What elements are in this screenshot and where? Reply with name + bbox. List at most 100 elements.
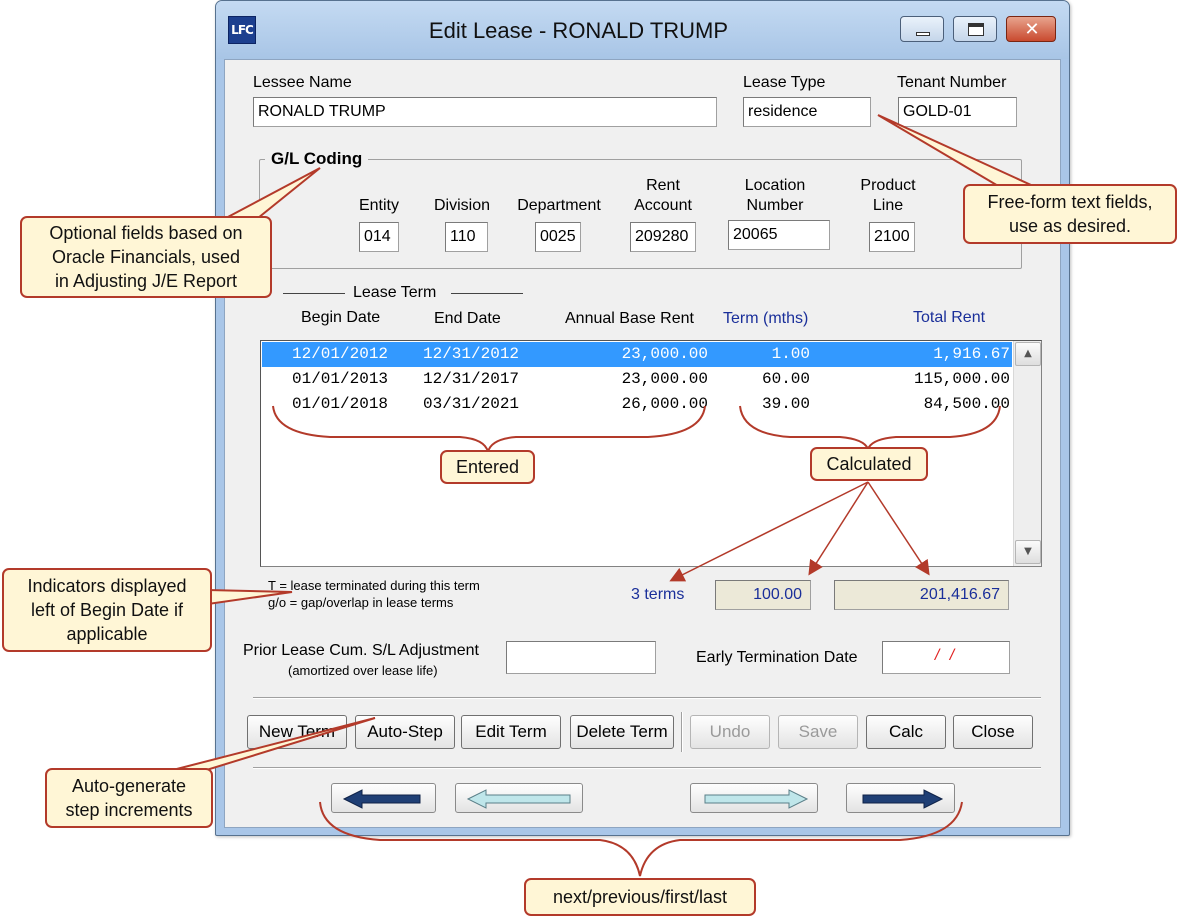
callout-optional-fields: Optional fields based on Oracle Financia… (20, 216, 272, 298)
callout-indicators-line1: Indicators displayed (27, 576, 187, 596)
lease-term-rule-right (451, 293, 523, 294)
callout-indicators: Indicators displayed left of Begin Date … (2, 568, 212, 652)
division-field[interactable]: 110 (445, 222, 488, 252)
rent-account-label-line2: Account (634, 197, 692, 214)
arrow-previous-icon (466, 789, 571, 809)
callout-optional-line1: Optional fields based on (49, 223, 243, 243)
location-number-field[interactable]: 20065 (728, 220, 830, 250)
delete-term-button[interactable]: Delete Term (570, 715, 674, 749)
rent-account-field[interactable]: 209280 (630, 222, 696, 252)
product-line-label-line2: Line (872, 197, 904, 214)
callout-indicators-line2: left of Begin Date if (30, 600, 184, 620)
row-annual-rent: 26,000.00 (621, 395, 708, 413)
early-termination-label: Early Termination Date (696, 649, 858, 666)
auto-step-button[interactable]: Auto-Step (355, 715, 455, 749)
table-row[interactable]: 01/01/2013 12/31/2017 23,000.00 60.00 11… (262, 367, 1012, 392)
row-term: 60.00 (761, 370, 810, 388)
edit-term-button[interactable]: Edit Term (461, 715, 561, 749)
entity-field[interactable]: 014 (359, 222, 399, 252)
scroll-down-icon[interactable]: ▼ (1015, 540, 1041, 564)
terms-count: 3 terms (631, 586, 685, 603)
term-total-field: 100.00 (715, 580, 811, 610)
column-term-months: Term (mths) (723, 310, 809, 327)
column-begin-date: Begin Date (301, 309, 381, 326)
new-term-button[interactable]: New Term (247, 715, 347, 749)
column-total-rent: Total Rent (913, 309, 986, 326)
lease-type-field[interactable]: residence (743, 97, 871, 127)
callout-auto-generate-line2: step increments (65, 800, 193, 820)
product-line-field[interactable]: 2100 (869, 222, 915, 252)
callout-calculated: Calculated (810, 447, 928, 481)
row-begin-date: 01/01/2013 (292, 370, 389, 388)
row-total-rent: 1,916.67 (933, 345, 1010, 363)
row-begin-date: 01/01/2018 (292, 395, 389, 413)
lease-term-title: Lease Term (353, 284, 437, 301)
legend-terminated: T = lease terminated during this term (268, 578, 480, 593)
maximize-icon (968, 23, 984, 36)
list-scrollbar[interactable]: ▲ ▼ (1013, 341, 1041, 566)
early-termination-field[interactable]: / / (882, 641, 1010, 674)
row-term: 39.00 (761, 395, 810, 413)
callout-auto-generate: Auto-generate step increments (45, 768, 213, 828)
callout-indicators-line3: applicable (66, 624, 148, 644)
rent-total-field: 201,416.67 (834, 580, 1009, 610)
prior-adjustment-field[interactable] (506, 641, 656, 674)
row-end-date: 12/31/2017 (423, 370, 520, 388)
separator-bottom (253, 767, 1041, 769)
lessee-name-field[interactable]: RONALD TRUMP (253, 97, 717, 127)
row-total-rent: 115,000.00 (913, 370, 1010, 388)
prior-adjustment-label: Prior Lease Cum. S/L Adjustment (243, 642, 479, 659)
location-label-line2: Number (746, 197, 804, 214)
tenant-number-label: Tenant Number (897, 74, 1007, 91)
callout-navigation: next/previous/first/last (524, 878, 756, 916)
save-button[interactable]: Save (778, 715, 858, 749)
last-record-button[interactable] (846, 783, 955, 813)
tenant-number-field[interactable]: GOLD-01 (898, 97, 1017, 127)
prior-adjustment-sublabel: (amortized over lease life) (288, 663, 438, 678)
arrow-first-icon (342, 789, 421, 809)
row-end-date: 12/31/2012 (423, 345, 520, 363)
minimize-icon (916, 32, 930, 36)
gl-coding-title: G/L Coding (265, 149, 369, 169)
callout-free-form-line1: Free-form text fields, (987, 192, 1153, 212)
entity-label: Entity (358, 197, 399, 214)
arrow-last-icon (862, 789, 944, 809)
close-icon: ✕ (1024, 19, 1040, 40)
edit-lease-window: LFC Edit Lease - RONALD TRUMP ✕ Lessee N… (215, 0, 1070, 836)
rent-account-label-line1: Rent (646, 177, 680, 194)
form-client-area: Lessee Name RONALD TRUMP Lease Type resi… (224, 59, 1061, 828)
maximize-button[interactable] (953, 16, 997, 42)
lease-term-rule-left (283, 293, 345, 294)
row-annual-rent: 23,000.00 (621, 370, 708, 388)
previous-record-button[interactable] (455, 783, 583, 813)
callout-free-form-line2: use as desired. (1008, 216, 1132, 236)
callout-free-form: Free-form text fields, use as desired. (963, 184, 1177, 244)
column-annual-base-rent: Annual Base Rent (565, 310, 694, 327)
minimize-button[interactable] (900, 16, 944, 42)
row-term: 1.00 (771, 345, 810, 363)
undo-button[interactable]: Undo (690, 715, 770, 749)
location-label-line1: Location (744, 177, 806, 194)
department-label: Department (517, 197, 601, 214)
table-row[interactable]: 01/01/2018 03/31/2021 26,000.00 39.00 84… (262, 392, 1012, 417)
row-begin-date: 12/01/2012 (292, 345, 389, 363)
division-label: Division (433, 197, 490, 214)
window-title: Edit Lease - RONALD TRUMP (428, 18, 729, 43)
legend-gap-overlap: g/o = gap/overlap in lease terms (268, 595, 454, 610)
row-end-date: 03/31/2021 (423, 395, 520, 413)
row-annual-rent: 23,000.00 (621, 345, 708, 363)
row-total-rent: 84,500.00 (923, 395, 1010, 413)
callout-optional-line3: in Adjusting J/E Report (54, 271, 238, 291)
calc-button[interactable]: Calc (866, 715, 946, 749)
separator-top (253, 697, 1041, 699)
next-record-button[interactable] (690, 783, 818, 813)
title-bar[interactable]: LFC Edit Lease - RONALD TRUMP ✕ (216, 1, 1069, 59)
scroll-up-icon[interactable]: ▲ (1015, 342, 1041, 366)
arrow-next-icon (704, 789, 809, 809)
table-row[interactable]: 12/01/2012 12/31/2012 23,000.00 1.00 1,9… (262, 342, 1012, 367)
department-field[interactable]: 0025 (535, 222, 581, 252)
close-window-button[interactable]: ✕ (1006, 16, 1056, 42)
close-button[interactable]: Close (953, 715, 1033, 749)
callout-entered: Entered (440, 450, 535, 484)
first-record-button[interactable] (331, 783, 436, 813)
